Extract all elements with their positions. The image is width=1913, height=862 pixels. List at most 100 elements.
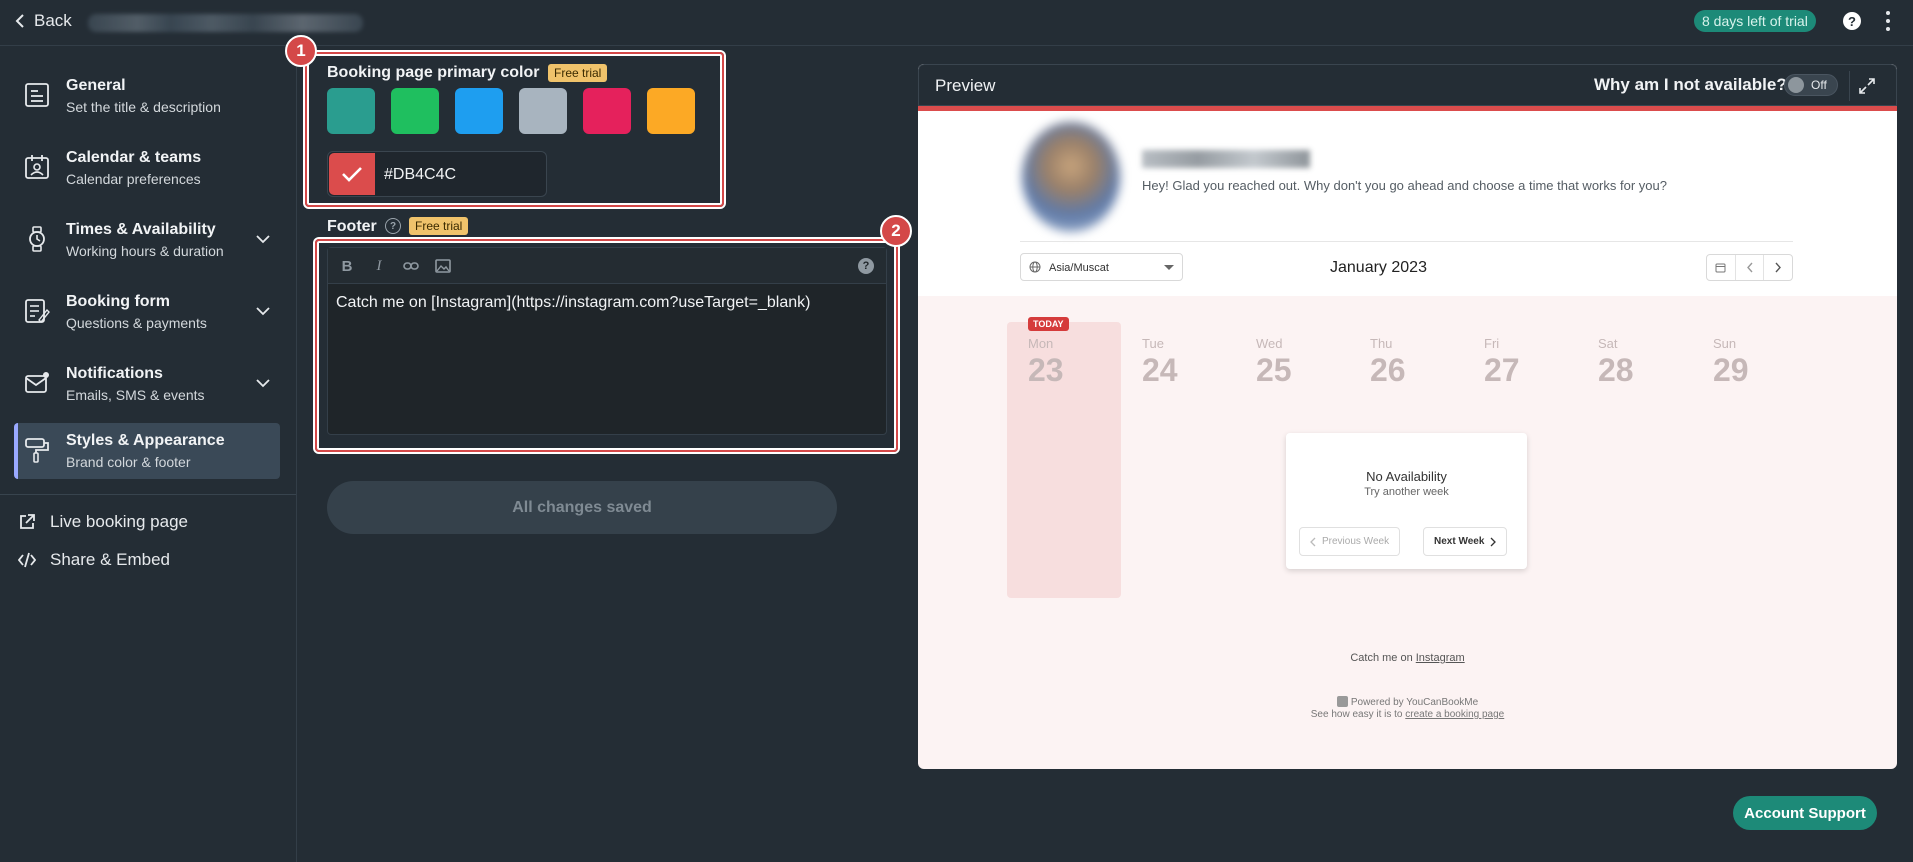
day-name: Thu bbox=[1370, 336, 1393, 351]
caret-down-icon bbox=[1164, 265, 1174, 270]
sidebar-item-title: Times & Availability bbox=[66, 221, 216, 238]
day-date: 23 bbox=[1028, 352, 1064, 388]
create-booking-page-link[interactable]: create a booking page bbox=[1405, 709, 1504, 720]
annotation-box-1 bbox=[305, 52, 724, 207]
day-name: Fri bbox=[1484, 336, 1500, 351]
sidebar-item-subtitle: Emails, SMS & events bbox=[66, 387, 205, 403]
day-column-tue: Tue 24 bbox=[1142, 336, 1178, 389]
instagram-link[interactable]: Instagram bbox=[1416, 652, 1465, 664]
prev-arrow-icon[interactable] bbox=[1736, 255, 1765, 280]
sidebar-divider bbox=[0, 494, 296, 495]
external-link-icon bbox=[20, 514, 35, 529]
day-date: 28 bbox=[1598, 352, 1634, 388]
footer-label: Footer bbox=[327, 218, 377, 235]
avatar bbox=[1022, 122, 1120, 232]
help-icon[interactable]: ? bbox=[1843, 12, 1861, 30]
back-button[interactable]: Back bbox=[14, 11, 72, 31]
day-date: 29 bbox=[1713, 352, 1749, 388]
preview-header: Preview Why am I not available? Off bbox=[918, 64, 1897, 106]
no-availability-hint: Try another week bbox=[1364, 486, 1449, 498]
no-availability-title: No Availability bbox=[1366, 469, 1447, 484]
sidebar-item-subtitle: Questions & payments bbox=[66, 315, 207, 331]
booking-footer: Catch me on Instagram bbox=[918, 652, 1897, 664]
free-trial-badge: Free trial bbox=[409, 217, 469, 235]
expand-icon[interactable] bbox=[1849, 71, 1883, 101]
watch-icon bbox=[29, 226, 45, 252]
blurred-host-name bbox=[1142, 150, 1310, 168]
annotation-marker-1: 1 bbox=[285, 35, 317, 67]
sidebar-item-general[interactable]: General Set the title & description bbox=[14, 68, 280, 124]
day-date: 25 bbox=[1256, 352, 1292, 388]
sidebar-item-title: Styles & Appearance bbox=[66, 432, 225, 449]
chevron-left-icon bbox=[1310, 537, 1316, 546]
top-bar: Back 8 days left of trial ? bbox=[0, 0, 1913, 46]
day-name: Sun bbox=[1713, 336, 1737, 351]
footer-prefix: Catch me on bbox=[1350, 652, 1416, 664]
sidebar-item-subtitle: Set the title & description bbox=[66, 99, 221, 115]
next-week-button[interactable]: Next Week bbox=[1423, 527, 1508, 556]
sidebar-item-booking-form[interactable]: Booking form Questions & payments bbox=[14, 284, 280, 340]
day-name: Mon bbox=[1028, 336, 1054, 351]
timezone-select[interactable]: Asia/Muscat bbox=[1020, 253, 1183, 281]
paint-roller-icon bbox=[25, 438, 49, 463]
why-unavailable-toggle[interactable]: Off bbox=[1784, 74, 1838, 96]
chevron-down-icon[interactable] bbox=[256, 378, 270, 388]
account-support-button[interactable]: Account Support bbox=[1733, 796, 1877, 830]
sidebar-item-subtitle: Brand color & footer bbox=[66, 454, 191, 470]
chevron-down-icon[interactable] bbox=[256, 234, 270, 244]
day-name: Sat bbox=[1598, 336, 1618, 351]
trial-badge[interactable]: 8 days left of trial bbox=[1694, 10, 1816, 32]
timezone-value: Asia/Muscat bbox=[1049, 262, 1109, 274]
day-column-wed: Wed 25 bbox=[1256, 336, 1292, 389]
sidebar: General Set the title & description Cale… bbox=[0, 46, 297, 862]
save-status-button[interactable]: All changes saved bbox=[327, 481, 837, 534]
day-column-mon: Mon 23 bbox=[1028, 336, 1064, 389]
create-page-line: See how easy it is to create a booking p… bbox=[918, 709, 1897, 720]
see-how-text: See how easy it is to bbox=[1310, 709, 1406, 720]
share-embed-link[interactable]: Share & Embed bbox=[18, 550, 170, 570]
preview-panel: Preview Why am I not available? Off Hey!… bbox=[918, 64, 1897, 769]
day-column-thu: Thu 26 bbox=[1370, 336, 1406, 389]
day-column-sun: Sun 29 bbox=[1713, 336, 1749, 389]
annotation-marker-2: 2 bbox=[880, 215, 912, 247]
sidebar-item-title: General bbox=[66, 77, 126, 94]
calendar-icon[interactable] bbox=[1707, 255, 1736, 280]
why-unavailable-label: Why am I not available? bbox=[1594, 75, 1787, 94]
previous-week-label: Previous Week bbox=[1322, 536, 1390, 547]
more-menu-icon[interactable] bbox=[1884, 11, 1892, 31]
day-name: Wed bbox=[1256, 336, 1283, 351]
today-column bbox=[1007, 322, 1121, 598]
today-badge: TODAY bbox=[1028, 317, 1069, 331]
day-date: 24 bbox=[1142, 352, 1178, 388]
live-booking-page-link[interactable]: Live booking page bbox=[18, 512, 188, 532]
blurred-page-name bbox=[88, 14, 363, 32]
toggle-label: Off bbox=[1811, 78, 1827, 92]
footer-help-icon[interactable]: ? bbox=[385, 218, 401, 234]
toggle-knob bbox=[1788, 77, 1804, 93]
mail-icon bbox=[25, 372, 49, 393]
chevron-right-icon bbox=[1490, 537, 1497, 546]
chevron-down-icon[interactable] bbox=[256, 306, 270, 316]
form-edit-icon bbox=[25, 299, 50, 324]
sidebar-item-calendar-teams[interactable]: Calendar & teams Calendar preferences bbox=[14, 140, 280, 196]
powered-by-text: Powered by YouCanBookMe bbox=[1350, 697, 1479, 708]
sidebar-item-title: Booking form bbox=[66, 293, 170, 310]
day-date: 26 bbox=[1370, 352, 1406, 388]
sidebar-item-title: Notifications bbox=[66, 365, 163, 382]
chevron-left-icon bbox=[15, 14, 24, 28]
document-icon bbox=[25, 83, 49, 107]
sidebar-item-styles-appearance[interactable]: Styles & Appearance Brand color & footer bbox=[14, 423, 280, 479]
month-label: January 2023 bbox=[1330, 259, 1427, 276]
previous-week-button[interactable]: Previous Week bbox=[1299, 527, 1401, 556]
sidebar-item-times-availability[interactable]: Times & Availability Working hours & dur… bbox=[14, 212, 280, 268]
day-column-sat: Sat 28 bbox=[1598, 336, 1634, 389]
live-booking-page-label: Live booking page bbox=[50, 512, 189, 531]
week-nav bbox=[1706, 254, 1793, 281]
sidebar-item-title: Calendar & teams bbox=[66, 149, 202, 166]
sidebar-item-notifications[interactable]: Notifications Emails, SMS & events bbox=[14, 356, 280, 412]
share-embed-label: Share & Embed bbox=[50, 550, 171, 569]
code-icon bbox=[18, 552, 36, 568]
next-arrow-icon[interactable] bbox=[1764, 255, 1792, 280]
next-week-label: Next Week bbox=[1434, 536, 1485, 547]
back-label: Back bbox=[34, 11, 72, 30]
